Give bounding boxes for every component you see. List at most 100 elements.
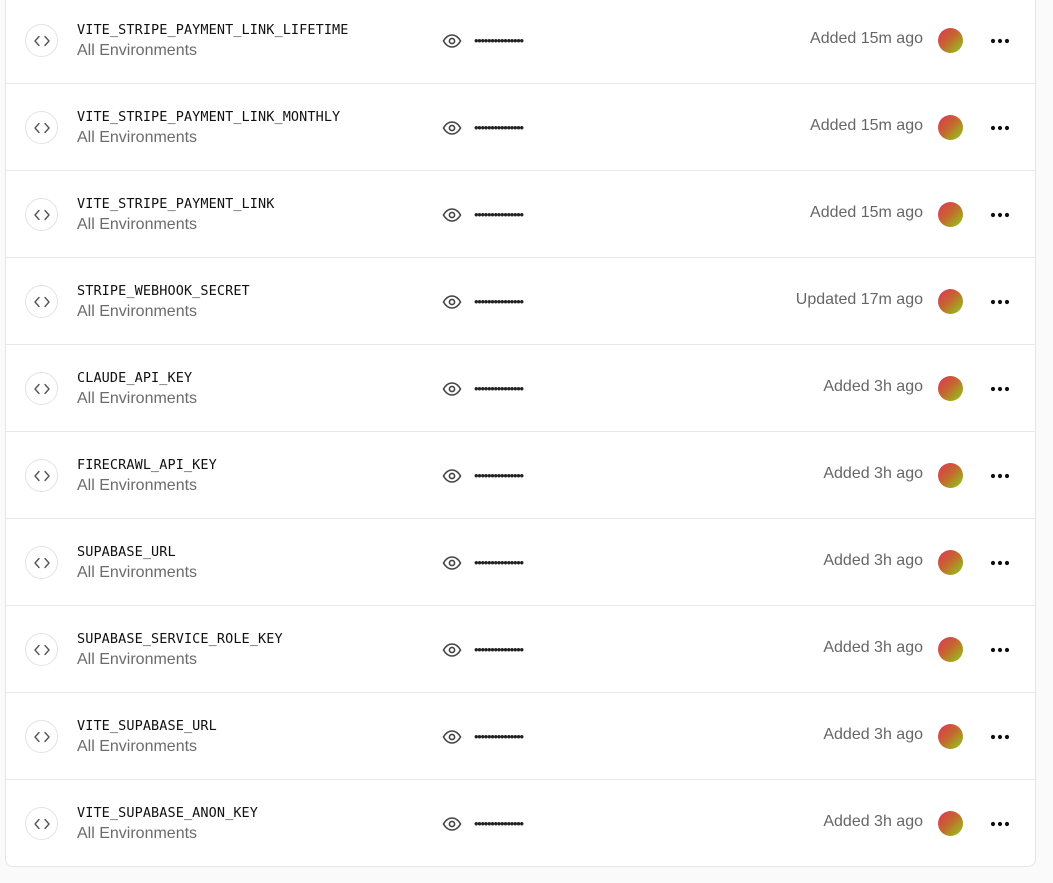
more-options-button[interactable] [986, 114, 1014, 142]
user-avatar[interactable] [938, 376, 963, 401]
more-options-button[interactable] [986, 810, 1014, 838]
env-var-row[interactable]: CLAUDE_API_KEY All Environments ••••••••… [6, 345, 1035, 432]
more-horizontal-icon [990, 299, 1010, 305]
env-var-environment: All Environments [77, 651, 198, 668]
user-avatar[interactable] [938, 28, 963, 53]
more-options-button[interactable] [986, 27, 1014, 55]
code-brackets-icon [25, 546, 58, 579]
eye-icon[interactable] [442, 553, 462, 573]
env-var-row[interactable]: VITE_SUPABASE_ANON_KEY All Environments … [6, 780, 1035, 867]
masked-value: ••••••••••••••• [474, 816, 524, 831]
masked-value: ••••••••••••••• [474, 33, 524, 48]
code-brackets-icon [25, 807, 58, 840]
env-var-row[interactable]: SUPABASE_URL All Environments ••••••••••… [6, 519, 1035, 606]
masked-value: ••••••••••••••• [474, 729, 524, 744]
env-vars-list: VITE_STRIPE_PAYMENT_LINK_LIFETIME All En… [5, 0, 1036, 867]
env-var-name: CLAUDE_API_KEY [77, 370, 193, 386]
env-var-status: Added 15m ago [810, 117, 923, 134]
more-horizontal-icon [990, 821, 1010, 827]
env-var-environment: All Environments [77, 738, 198, 755]
env-var-status: Added 3h ago [823, 552, 923, 569]
more-horizontal-icon [990, 38, 1010, 44]
more-horizontal-icon [990, 125, 1010, 131]
env-var-status: Added 15m ago [810, 204, 923, 221]
env-var-row[interactable]: VITE_STRIPE_PAYMENT_LINK_MONTHLY All Env… [6, 84, 1035, 171]
env-var-name: SUPABASE_URL [77, 544, 176, 560]
more-options-button[interactable] [986, 462, 1014, 490]
eye-icon[interactable] [442, 31, 462, 51]
env-var-name: FIRECRAWL_API_KEY [77, 457, 217, 473]
masked-value: ••••••••••••••• [474, 381, 524, 396]
more-horizontal-icon [990, 647, 1010, 653]
more-options-button[interactable] [986, 201, 1014, 229]
eye-icon[interactable] [442, 727, 462, 747]
eye-icon[interactable] [442, 640, 462, 660]
env-var-status: Added 3h ago [823, 726, 923, 743]
env-var-row[interactable]: VITE_STRIPE_PAYMENT_LINK_LIFETIME All En… [6, 0, 1035, 84]
code-brackets-icon [25, 111, 58, 144]
env-var-environment: All Environments [77, 129, 198, 146]
code-brackets-icon [25, 459, 58, 492]
env-var-name: SUPABASE_SERVICE_ROLE_KEY [77, 631, 283, 647]
more-options-button[interactable] [986, 723, 1014, 751]
env-var-row[interactable]: FIRECRAWL_API_KEY All Environments •••••… [6, 432, 1035, 519]
more-options-button[interactable] [986, 636, 1014, 664]
user-avatar[interactable] [938, 811, 963, 836]
code-brackets-icon [25, 720, 58, 753]
eye-icon[interactable] [442, 466, 462, 486]
more-horizontal-icon [990, 473, 1010, 479]
masked-value: ••••••••••••••• [474, 642, 524, 657]
user-avatar[interactable] [938, 289, 963, 314]
code-brackets-icon [25, 285, 58, 318]
masked-value: ••••••••••••••• [474, 555, 524, 570]
more-horizontal-icon [990, 212, 1010, 218]
masked-value: ••••••••••••••• [474, 207, 524, 222]
more-horizontal-icon [990, 560, 1010, 566]
env-var-row[interactable]: VITE_SUPABASE_URL All Environments •••••… [6, 693, 1035, 780]
code-brackets-icon [25, 633, 58, 666]
env-var-name: VITE_SUPABASE_URL [77, 718, 217, 734]
env-var-status: Added 3h ago [823, 378, 923, 395]
user-avatar[interactable] [938, 724, 963, 749]
env-var-environment: All Environments [77, 390, 198, 407]
eye-icon[interactable] [442, 379, 462, 399]
env-var-environment: All Environments [77, 477, 198, 494]
env-var-environment: All Environments [77, 303, 198, 320]
env-var-status: Added 15m ago [810, 30, 923, 47]
env-var-status: Added 3h ago [823, 813, 923, 830]
masked-value: ••••••••••••••• [474, 120, 524, 135]
env-var-name: VITE_STRIPE_PAYMENT_LINK [77, 196, 275, 212]
env-var-status: Added 3h ago [823, 639, 923, 656]
code-brackets-icon [25, 24, 58, 57]
code-brackets-icon [25, 372, 58, 405]
more-horizontal-icon [990, 386, 1010, 392]
user-avatar[interactable] [938, 550, 963, 575]
env-var-status: Updated 17m ago [795, 291, 923, 308]
eye-icon[interactable] [442, 292, 462, 312]
env-var-environment: All Environments [77, 564, 198, 581]
user-avatar[interactable] [938, 115, 963, 140]
masked-value: ••••••••••••••• [474, 468, 524, 483]
env-var-name: VITE_STRIPE_PAYMENT_LINK_MONTHLY [77, 109, 341, 125]
eye-icon[interactable] [442, 118, 462, 138]
env-var-row[interactable]: STRIPE_WEBHOOK_SECRET All Environments •… [6, 258, 1035, 345]
user-avatar[interactable] [938, 637, 963, 662]
env-var-environment: All Environments [77, 216, 198, 233]
eye-icon[interactable] [442, 205, 462, 225]
user-avatar[interactable] [938, 202, 963, 227]
more-options-button[interactable] [986, 549, 1014, 577]
env-var-name: VITE_SUPABASE_ANON_KEY [77, 805, 259, 821]
env-var-name: VITE_STRIPE_PAYMENT_LINK_LIFETIME [77, 22, 349, 38]
env-var-row[interactable]: SUPABASE_SERVICE_ROLE_KEY All Environmen… [6, 606, 1035, 693]
eye-icon[interactable] [442, 814, 462, 834]
env-var-row[interactable]: VITE_STRIPE_PAYMENT_LINK All Environment… [6, 171, 1035, 258]
env-var-environment: All Environments [77, 825, 198, 842]
more-options-button[interactable] [986, 375, 1014, 403]
env-var-name: STRIPE_WEBHOOK_SECRET [77, 283, 250, 299]
code-brackets-icon [25, 198, 58, 231]
more-horizontal-icon [990, 734, 1010, 740]
env-var-environment: All Environments [77, 42, 198, 59]
user-avatar[interactable] [938, 463, 963, 488]
env-var-status: Added 3h ago [823, 465, 923, 482]
more-options-button[interactable] [986, 288, 1014, 316]
